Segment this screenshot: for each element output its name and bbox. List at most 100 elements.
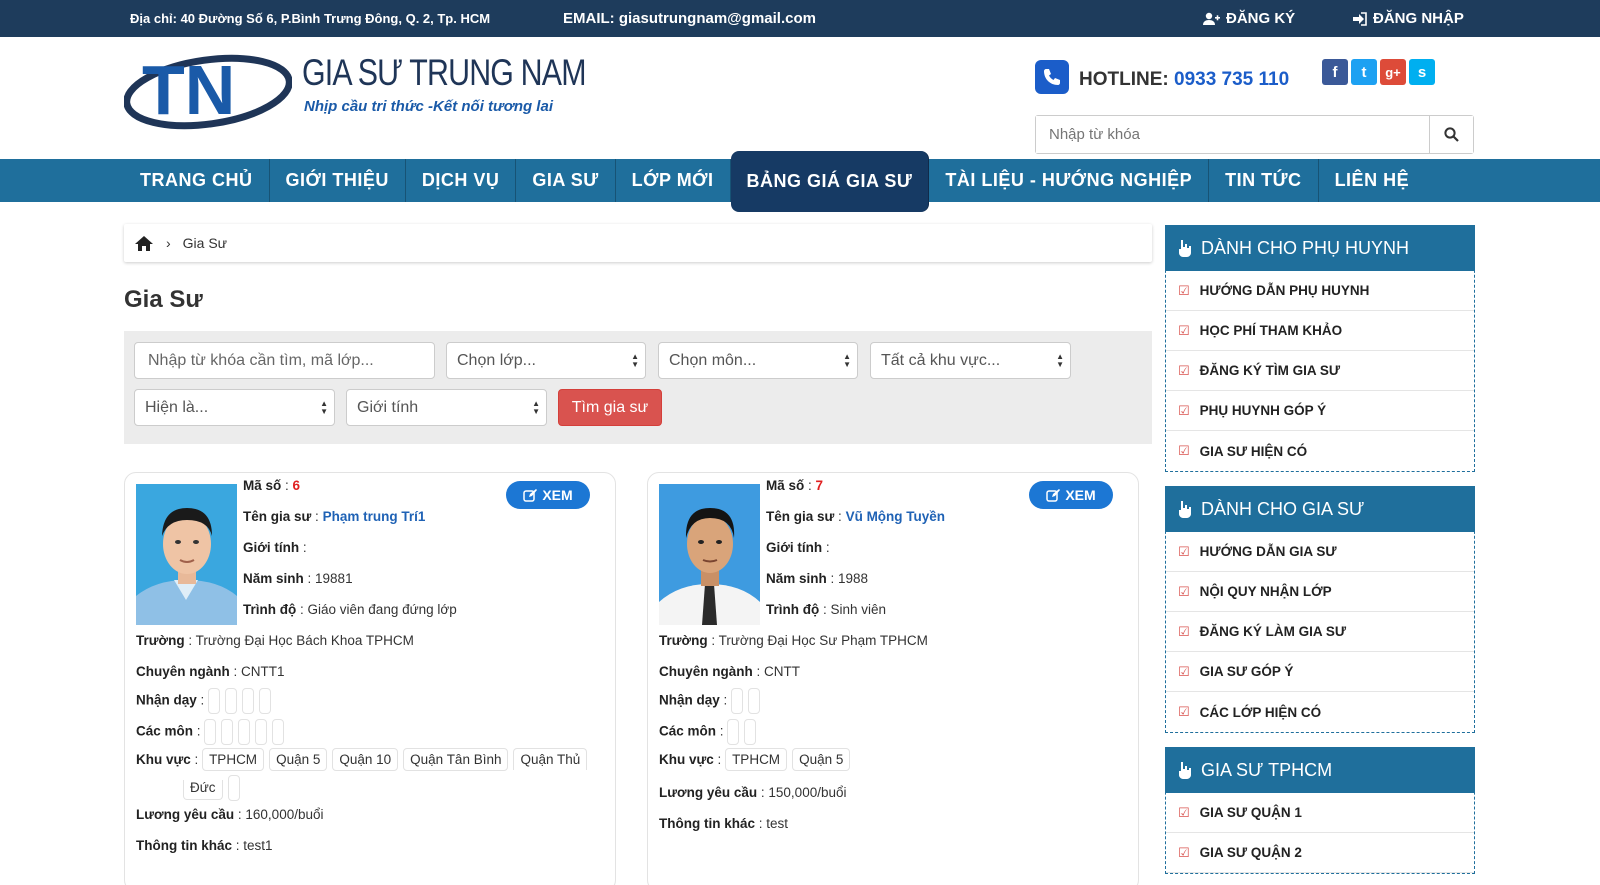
check-square-icon: ☑ (1178, 282, 1190, 298)
tutor-birth: 1988 (838, 571, 869, 586)
check-square-icon: ☑ (1178, 543, 1190, 559)
sidebar-item[interactable]: ☑ HỌC PHÍ THAM KHẢO (1166, 311, 1474, 351)
view-button[interactable]: XEM (1029, 481, 1113, 509)
area-chip: Quận Thủ (513, 748, 588, 770)
empty-chip (727, 719, 740, 745)
label: Các môn (659, 723, 717, 739)
area-chip: Đức (183, 779, 223, 800)
edit-icon (1046, 488, 1061, 502)
label: Thông tin khác (136, 838, 232, 853)
current-status-select-value: Hiện là... (145, 398, 209, 416)
register-link[interactable]: ĐĂNG KÝ (1202, 10, 1295, 27)
register-label: ĐĂNG KÝ (1226, 10, 1296, 27)
tutor-level: Giáo viên đang đứng lớp (307, 602, 457, 617)
sidebar-item[interactable]: ☑ ĐĂNG KÝ LÀM GIA SƯ (1166, 612, 1474, 652)
select-arrows-icon: ▲ ▼ (532, 399, 540, 416)
nav-services[interactable]: DỊCH VỤ (406, 159, 517, 202)
tutor-photo (659, 484, 760, 625)
tutor-code: 6 (292, 478, 301, 493)
nav-about[interactable]: GIỚI THIỆU (270, 159, 406, 202)
select-arrows-icon: ▲ ▼ (843, 352, 851, 369)
brand-slogan: Nhịp cầu tri thức -Kết nối tương lai (304, 98, 553, 115)
google-plus-icon[interactable]: g+ (1380, 59, 1406, 85)
label: Mã số (243, 478, 282, 493)
check-square-icon: ☑ (1178, 663, 1190, 679)
view-button[interactable]: XEM (506, 481, 590, 509)
header-search-button[interactable] (1429, 116, 1473, 153)
logo-letters: TN (142, 51, 235, 129)
sidebar-item[interactable]: ☑ CÁC LỚP HIỆN CÓ (1166, 692, 1474, 732)
empty-chip (255, 719, 268, 745)
nav-contact[interactable]: LIÊN HỆ (1319, 159, 1426, 202)
nav-new-classes[interactable]: LỚP MỚI (616, 159, 731, 202)
tutor-school-row: Trường : Trường Đại Học Bách Khoa TPHCM (136, 633, 414, 648)
gender-select[interactable]: Giới tính ▲ ▼ (346, 389, 547, 426)
sign-in-icon (1353, 11, 1367, 26)
tutor-code-row: Mã số : 6 (243, 478, 301, 493)
tutor-major-row: Chuyên ngành : CNTT (659, 664, 801, 679)
find-tutor-button[interactable]: Tìm gia sư (558, 389, 662, 426)
subject-select[interactable]: Chọn môn... ▲ ▼ (658, 342, 858, 379)
sidebar-item[interactable]: ☑ PHỤ HUYNH GÓP Ý (1166, 391, 1474, 431)
tutor-code-row: Mã số : 7 (766, 478, 824, 493)
sidebar-item[interactable]: ☑ GIA SƯ QUẬN 1 (1166, 793, 1474, 833)
tutor-area-row: Khu vực : TPHCM Quận 5 (659, 748, 855, 771)
sidebar-item[interactable]: ☑ NỘI QUY NHẬN LỚP (1166, 572, 1474, 612)
current-status-select[interactable]: Hiện là... ▲ ▼ (134, 389, 335, 426)
logo-mark: TN (124, 51, 292, 130)
tutor-name[interactable]: Phạm trung Trí1 (323, 509, 426, 524)
area-select-value: Tất cả khu vực... (881, 351, 1001, 369)
nav-tutors[interactable]: GIA SƯ (516, 159, 616, 202)
class-select[interactable]: Chọn lớp... ▲ ▼ (446, 342, 646, 379)
sidebar-item[interactable]: ☑ GIA SƯ HIỆN CÓ (1166, 431, 1474, 471)
label: Trình độ (243, 602, 297, 617)
login-link[interactable]: ĐĂNG NHẬP (1352, 10, 1464, 27)
gender-select-value: Giới tính (357, 398, 419, 416)
select-arrows-icon: ▲ ▼ (320, 399, 328, 416)
area-chip: TPHCM (725, 748, 788, 771)
facebook-icon[interactable]: f (1322, 59, 1348, 85)
nav-home[interactable]: TRANG CHỦ (124, 159, 270, 202)
address-text: Địa chỉ: 40 Đường Số 6, P.Bình Trưng Đôn… (130, 11, 491, 26)
nav-price-list[interactable]: BẢNG GIÁ GIA SƯ (730, 151, 930, 212)
tutor-name-row: Tên gia sư : Vũ Mộng Tuyền (766, 509, 946, 524)
tutor-card: XEM Mã số : 7 Tên gia sư : Vũ Mộng Tuyền… (647, 472, 1139, 885)
empty-chip (748, 688, 761, 714)
view-label: XEM (542, 487, 573, 503)
area-select[interactable]: Tất cả khu vực... ▲ ▼ (870, 342, 1071, 379)
empty-chip (744, 719, 757, 745)
tutor-other-row: Thông tin khác : test (659, 816, 789, 831)
label: Trường (136, 633, 185, 648)
sidebar-heading: DÀNH CHO GIA SƯ (1165, 486, 1475, 532)
sidebar-parents: DÀNH CHO PHỤ HUYNH ☑ HƯỚNG DẪN PHỤ HUYNH … (1165, 225, 1475, 472)
tutor-name[interactable]: Vũ Mộng Tuyền (846, 509, 946, 524)
empty-chip (208, 688, 221, 714)
site-logo[interactable]: TN GIA SƯ TRUNG NAM Nhịp cầu tri thức -K… (124, 48, 586, 130)
tutor-school-row: Trường : Trường Đại Học Sư Phạm TPHCM (659, 633, 928, 648)
header-search-input[interactable] (1036, 116, 1429, 153)
sidebar-item[interactable]: ☑ ĐĂNG KÝ TÌM GIA SƯ (1166, 351, 1474, 391)
sidebar-item[interactable]: ☑ HƯỚNG DẪN PHỤ HUYNH (1166, 271, 1474, 311)
nav-documents[interactable]: TÀI LIỆU - HƯỚNG NGHIỆP (929, 159, 1210, 202)
sidebar-item[interactable]: ☑ HƯỚNG DẪN GIA SƯ (1166, 532, 1474, 572)
empty-chip (242, 688, 255, 714)
tutor-major: CNTT (764, 664, 801, 679)
sidebar-item-label: HƯỚNG DẪN GIA SƯ (1199, 544, 1337, 559)
twitter-icon[interactable]: t (1351, 59, 1377, 85)
tutor-salary: 150,000/buổi (768, 785, 847, 800)
label: Trình độ (766, 602, 820, 617)
nav-news[interactable]: TIN TỨC (1209, 159, 1319, 202)
label: Nhận dạy (136, 692, 197, 708)
empty-chip (204, 719, 217, 745)
sidebar-item[interactable]: ☑ GIA SƯ QUẬN 2 (1166, 833, 1474, 873)
keyword-input[interactable]: Nhập từ khóa cần tìm, mã lớp... (134, 342, 435, 379)
add-user-icon (1203, 12, 1220, 25)
hand-pointer-icon (1179, 501, 1191, 518)
hotline-number[interactable]: 0933 735 110 (1174, 69, 1289, 90)
sidebar-heading-title: DÀNH CHO PHỤ HUYNH (1201, 237, 1410, 258)
page-title: Gia Sư (124, 286, 203, 313)
home-icon[interactable] (134, 235, 154, 252)
skype-icon[interactable]: s (1409, 59, 1435, 85)
sidebar-item[interactable]: ☑ GIA SƯ GÓP Ý (1166, 652, 1474, 692)
tutor-salary-row: Lương yêu cầu : 150,000/buổi (659, 785, 847, 800)
